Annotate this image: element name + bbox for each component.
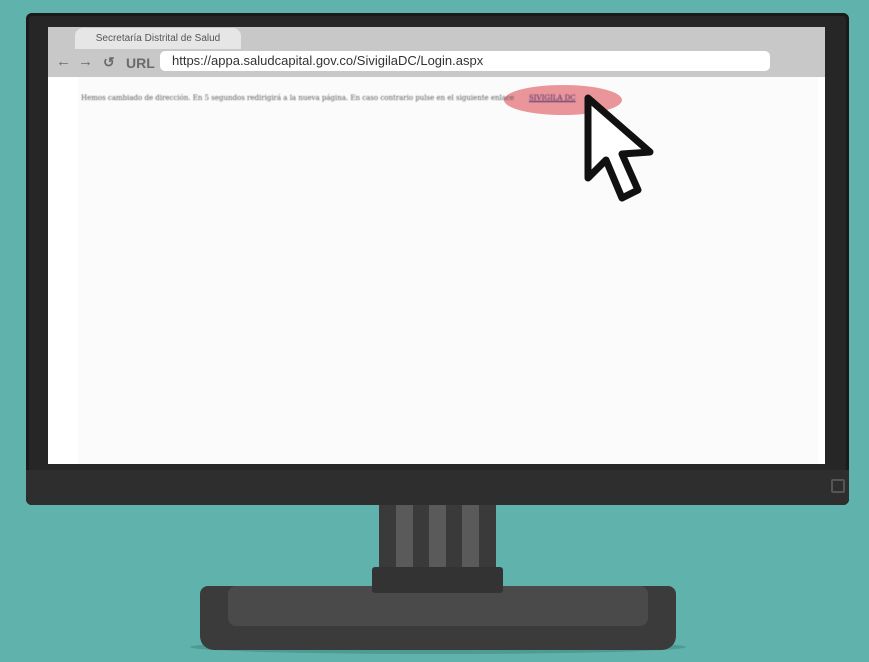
neck-slot <box>396 505 413 571</box>
arrow-right-icon[interactable]: → <box>78 54 93 70</box>
stand-collar <box>372 567 503 593</box>
browser-tab[interactable]: Secretaría Distrital de Salud <box>75 28 241 49</box>
mouse-pointer-icon <box>584 94 654 202</box>
address-bar[interactable]: https://appa.saludcapital.gov.co/Sivigil… <box>160 51 770 71</box>
sivigila-link[interactable]: SIVIGILA DC <box>529 92 576 104</box>
reload-icon[interactable]: ↺ <box>103 54 115 70</box>
neck-slot <box>462 505 479 571</box>
monitor-screen: Secretaría Distrital de Salud ← → ↺ URL … <box>48 27 825 464</box>
monitor-bezel <box>26 470 849 505</box>
browser-toolbar: Secretaría Distrital de Salud ← → ↺ URL … <box>48 27 825 77</box>
power-indicator <box>831 479 845 493</box>
redirect-message: Hemos cambiado de dirección. En 5 segund… <box>81 94 515 102</box>
page-body <box>78 77 818 464</box>
page-content: Hemos cambiado de dirección. En 5 segund… <box>48 77 825 464</box>
arrow-left-icon[interactable]: ← <box>56 54 71 70</box>
neck-slot <box>429 505 446 571</box>
url-label: URL <box>126 55 155 71</box>
